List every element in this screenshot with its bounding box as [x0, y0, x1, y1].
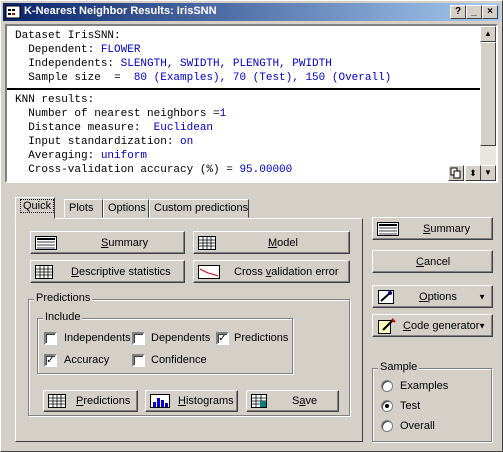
dependents-label: Dependents: [151, 332, 211, 344]
options-icon: [378, 289, 394, 304]
results-text-pane[interactable]: Dataset IrisSNN: Dependent: FLOWER Indep…: [5, 24, 498, 183]
knn-results-section: KNN results: Number of nearest neighbors…: [7, 90, 482, 177]
text-line: Dataset IrisSNN:: [15, 30, 121, 42]
independents-checkbox[interactable]: [44, 332, 57, 345]
title-bar[interactable]: K-Nearest Neighbor Results: IrisSNN ? _ …: [3, 3, 500, 21]
sample-group-label: Sample: [378, 361, 420, 373]
quick-tab-panel: Summary Model Descriptive statistics Cro…: [15, 218, 363, 442]
histogram-icon: [150, 394, 170, 408]
code-generator-button[interactable]: Code generator ▼: [372, 314, 493, 337]
tab-quick[interactable]: Quick: [15, 197, 55, 219]
text-line: Dependent: FLOWER: [15, 44, 141, 56]
include-group-label: Include: [43, 311, 83, 323]
cancel-button[interactable]: Cancel: [372, 250, 493, 273]
predictions-label: Predictions: [234, 332, 289, 344]
save-spreadsheet-icon: [251, 394, 267, 408]
code-generator-icon: [378, 317, 396, 334]
spreadsheet-icon: [198, 235, 216, 250]
tab-plots[interactable]: Plots: [64, 199, 103, 218]
overall-label: Overall: [400, 420, 435, 432]
minimize-button[interactable]: _: [466, 5, 482, 19]
summary-icon: [35, 235, 57, 250]
test-label: Test: [400, 400, 421, 412]
predictions-group: Predictions Include Independents Depende…: [28, 292, 350, 416]
confidence-checkbox[interactable]: [132, 354, 145, 367]
line-graph-icon: [198, 264, 220, 279]
scroll-thumb[interactable]: [480, 42, 496, 146]
include-group: Include Independents Dependents ✓ Predic…: [37, 311, 293, 374]
examples-label: Examples: [400, 380, 449, 392]
close-button[interactable]: ×: [482, 5, 498, 19]
spreadsheet-icon: [35, 264, 53, 279]
text-line: Sample size = 80 (Examples), 70 (Test), …: [15, 72, 392, 84]
options-button[interactable]: Options ▼: [372, 285, 493, 308]
sample-group: Sample Examples Test Overall: [372, 361, 492, 442]
independents-label: Independents: [64, 332, 131, 344]
save-button[interactable]: Save: [246, 390, 339, 412]
window-title: K-Nearest Neighbor Results: IrisSNN: [24, 5, 217, 17]
dataset-section: Dataset IrisSNN: Dependent: FLOWER Indep…: [7, 26, 482, 85]
scroll-down-arrow-icon[interactable]: ▼: [480, 165, 496, 181]
text-line: Input standardization: on: [15, 136, 194, 148]
copy-icon[interactable]: [448, 165, 464, 181]
tab-options[interactable]: Options: [103, 199, 149, 218]
predictions-checkbox[interactable]: ✓: [216, 332, 229, 345]
text-line: Distance measure: Euclidean: [15, 122, 214, 134]
chevron-down-icon: ▼: [478, 321, 486, 330]
tab-custom-predictions[interactable]: Custom predictions: [149, 199, 249, 218]
text-line: Cross-validation accuracy (%) = 95.00000: [15, 164, 293, 176]
scroll-up-arrow-icon[interactable]: ▲: [480, 26, 496, 42]
accuracy-checkbox[interactable]: ✓: [44, 354, 57, 367]
spreadsheet-icon: [48, 394, 66, 408]
accuracy-label: Accuracy: [64, 354, 110, 366]
summary-button[interactable]: Summary: [30, 231, 185, 254]
confidence-label: Confidence: [151, 354, 207, 366]
statistica-app-icon: [5, 5, 21, 19]
descriptive-statistics-button[interactable]: Descriptive statistics: [30, 260, 185, 283]
right-summary-button[interactable]: Summary: [372, 217, 493, 240]
model-button[interactable]: Model: [193, 231, 350, 254]
examples-radio[interactable]: [381, 380, 393, 392]
predictions-button[interactable]: Predictions: [43, 390, 138, 412]
test-radio[interactable]: [381, 400, 393, 412]
help-button[interactable]: ?: [450, 5, 466, 19]
dependents-checkbox[interactable]: [132, 332, 145, 345]
text-line: Averaging: uniform: [15, 150, 148, 162]
results-window: K-Nearest Neighbor Results: IrisSNN ? _ …: [0, 0, 503, 452]
text-line: Number of nearest neighbors =1: [15, 108, 227, 120]
text-line: KNN results:: [15, 94, 95, 106]
chevron-down-icon: ▼: [478, 292, 486, 301]
vertical-scrollbar[interactable]: ▲ ▼: [480, 26, 496, 181]
histograms-button[interactable]: Histograms: [145, 390, 238, 412]
overall-radio[interactable]: [381, 420, 393, 432]
summary-icon: [377, 221, 399, 236]
text-line: Independents: SLENGTH, SWIDTH, PLENGTH, …: [15, 58, 332, 70]
expand-icon[interactable]: ⬍: [465, 165, 481, 181]
results-text: Dataset IrisSNN: Dependent: FLOWER Indep…: [7, 26, 482, 181]
predictions-group-label: Predictions: [34, 292, 93, 304]
cross-validation-error-button[interactable]: Cross validation error: [193, 260, 350, 283]
